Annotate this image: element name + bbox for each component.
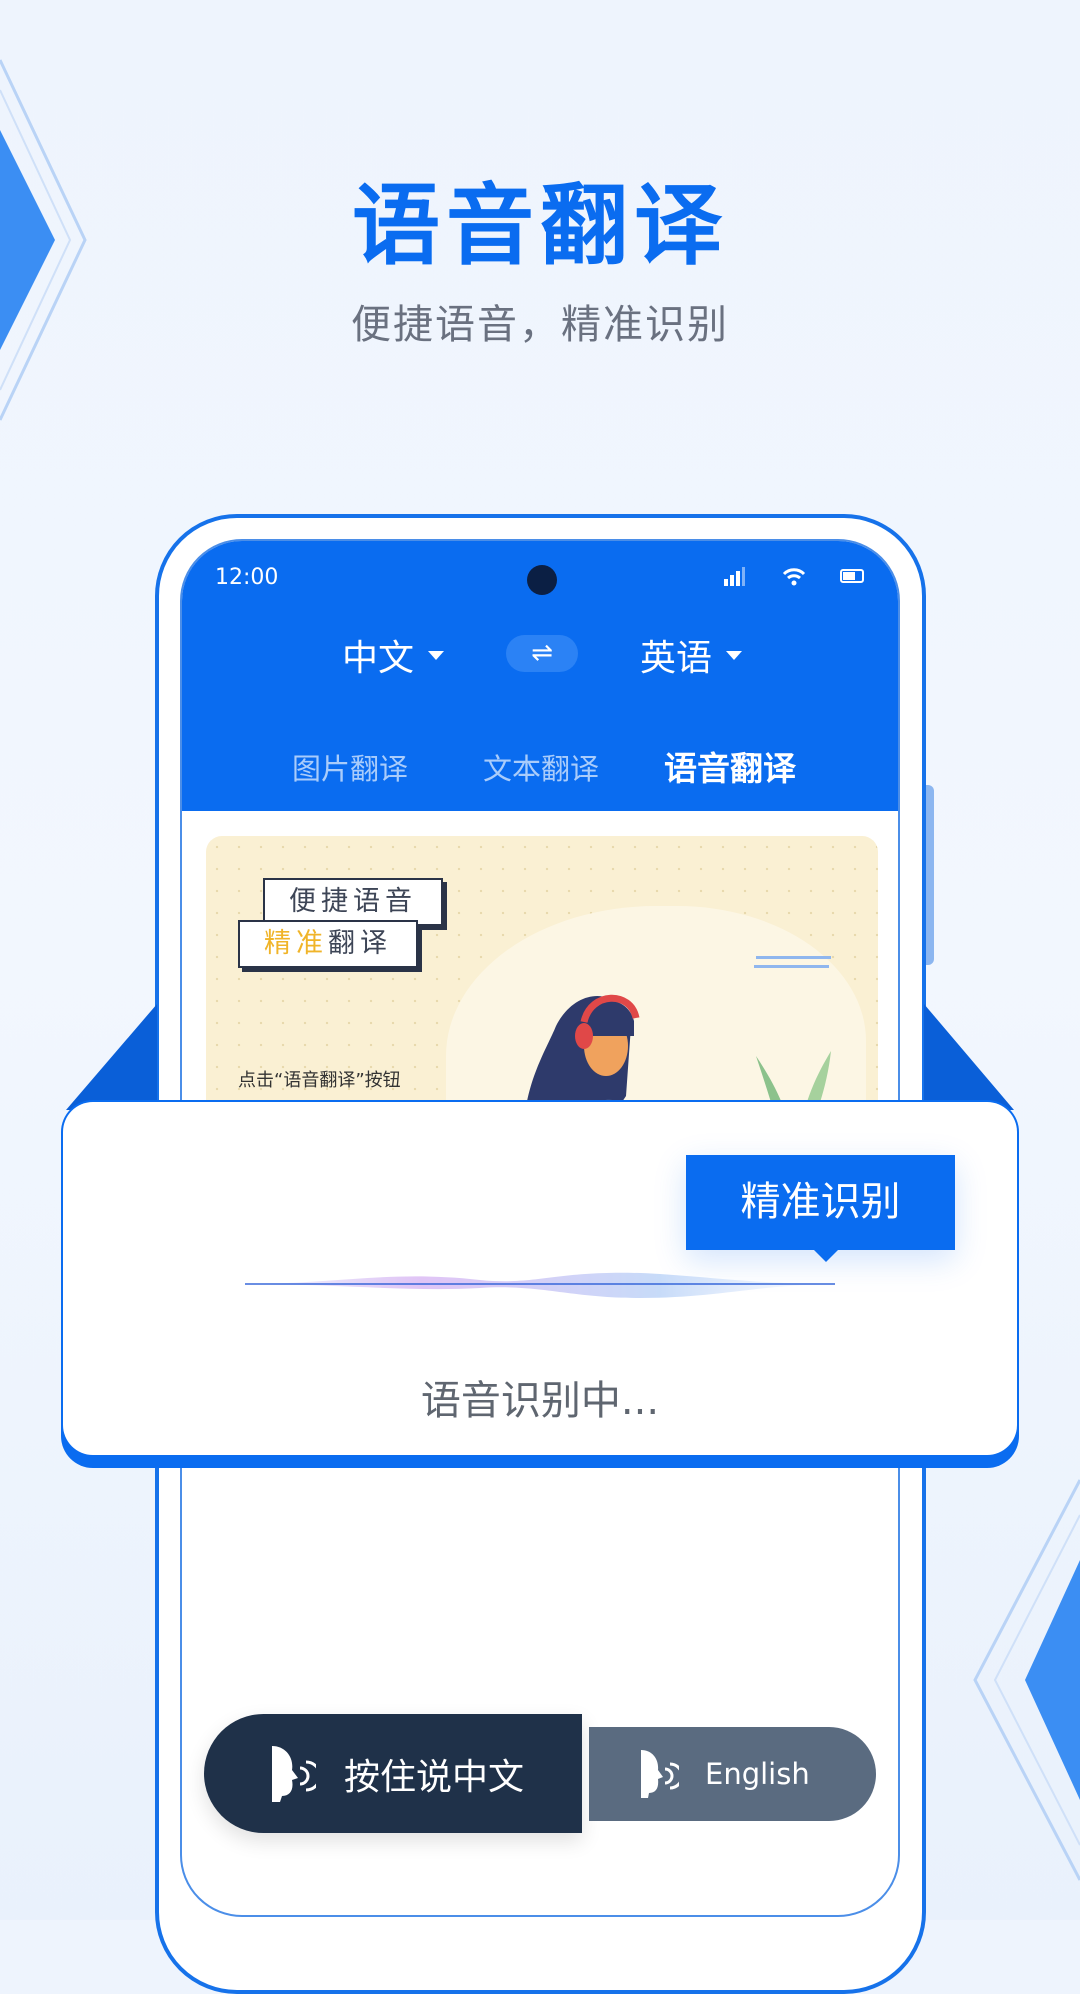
hold-to-speak-english-button[interactable]: English [589, 1727, 876, 1821]
hold-en-label: English [705, 1757, 810, 1791]
speaking-head-icon [641, 1750, 679, 1798]
recognition-status: 语音识别中... [420, 1378, 660, 1424]
accurate-recognition-tooltip: 精准识别 [686, 1155, 955, 1262]
overlay-wings [66, 1004, 1014, 1110]
hold-to-speak-chinese-button[interactable]: 按住说中文 [204, 1714, 582, 1833]
speaking-head-icon [272, 1745, 316, 1802]
voice-waveform [240, 1272, 840, 1298]
hold-zh-label: 按住说中文 [344, 1756, 525, 1798]
